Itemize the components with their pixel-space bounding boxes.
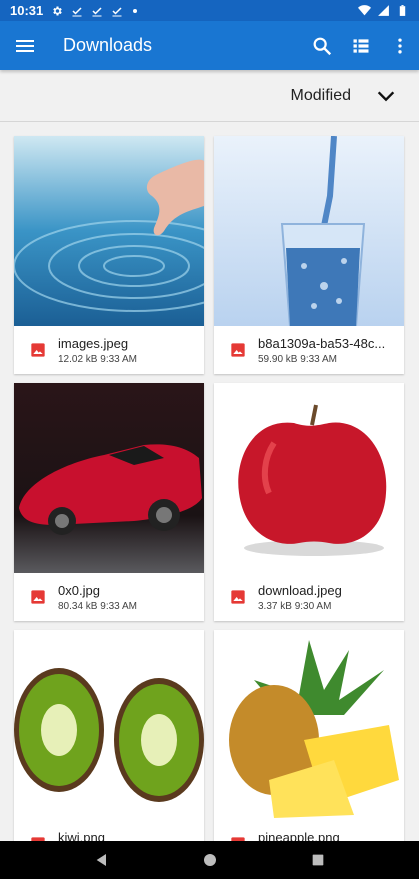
thumbnail-pineapple (214, 630, 404, 820)
back-icon[interactable] (94, 852, 110, 868)
file-meta: 59.90 kB 9:33 AM (258, 354, 337, 365)
wifi-icon (358, 5, 371, 16)
signal-icon (378, 5, 389, 16)
file-info: download.jpeg 3.37 kB 9:30 AM (214, 573, 404, 621)
more-vert-icon (397, 38, 402, 53)
gear-icon (53, 6, 62, 15)
file-card[interactable]: 0x0.jpg 80.34 kB 9:33 AM (14, 383, 204, 621)
file-info: 0x0.jpg 80.34 kB 9:33 AM (14, 573, 204, 621)
file-meta: 80.34 kB 9:33 AM (58, 601, 137, 612)
page-title: Downloads (63, 35, 153, 55)
file-name: b8a1309a-ba53-48c... (258, 336, 386, 351)
search-icon (313, 37, 331, 55)
check-icon (112, 6, 122, 16)
image-file-icon (231, 343, 245, 357)
thumbnail-red-car (14, 383, 204, 573)
file-info: pineapple.png (214, 820, 404, 841)
file-name: 0x0.jpg (58, 583, 100, 598)
file-name: images.jpeg (58, 336, 129, 351)
file-name: kiwi.png (58, 830, 105, 841)
thumbnail-kiwi (14, 630, 204, 820)
file-grid: images.jpeg 12.02 kB 9:33 AM b8a1309a-ba… (0, 122, 419, 841)
file-card[interactable]: pineapple.png (214, 630, 404, 841)
thumbnail-water-glass (214, 136, 404, 326)
more-options-button[interactable] (380, 22, 419, 70)
list-view-icon (353, 38, 368, 53)
file-card[interactable]: b8a1309a-ba53-48c... 59.90 kB 9:33 AM (214, 136, 404, 374)
sort-label[interactable]: Modified (291, 87, 351, 105)
status-time: 10:31 (10, 3, 44, 18)
thumbnail-water-ripple (14, 136, 204, 326)
chevron-down-icon[interactable] (375, 85, 397, 107)
image-file-icon (31, 343, 45, 357)
check-icon (72, 6, 82, 16)
dot-icon (133, 8, 138, 13)
recents-icon[interactable] (310, 852, 326, 868)
file-info: images.jpeg 12.02 kB 9:33 AM (14, 326, 204, 374)
file-meta: 12.02 kB 9:33 AM (58, 354, 137, 365)
menu-icon (16, 39, 34, 52)
nav-bar (0, 841, 419, 879)
image-file-icon (31, 590, 45, 604)
file-info: b8a1309a-ba53-48c... 59.90 kB 9:33 AM (214, 326, 404, 374)
search-button[interactable] (302, 22, 341, 70)
file-card[interactable]: download.jpeg 3.37 kB 9:30 AM (214, 383, 404, 621)
status-bar: 10:31 (0, 0, 419, 21)
file-card[interactable]: images.jpeg 12.02 kB 9:33 AM (14, 136, 204, 374)
file-meta: 3.37 kB 9:30 AM (258, 601, 332, 612)
app-bar: Downloads (0, 21, 419, 70)
thumbnail-red-apple (214, 383, 404, 573)
sort-bar: Modified (0, 70, 419, 122)
menu-button[interactable] (1, 22, 49, 70)
battery-icon (399, 5, 406, 16)
file-info: kiwi.png (14, 820, 204, 841)
image-file-icon (231, 590, 245, 604)
view-toggle-button[interactable] (341, 22, 380, 70)
file-name: pineapple.png (258, 830, 340, 841)
file-name: download.jpeg (258, 583, 342, 598)
check-icon (92, 6, 102, 16)
home-icon[interactable] (202, 852, 218, 868)
file-card[interactable]: kiwi.png (14, 630, 204, 841)
